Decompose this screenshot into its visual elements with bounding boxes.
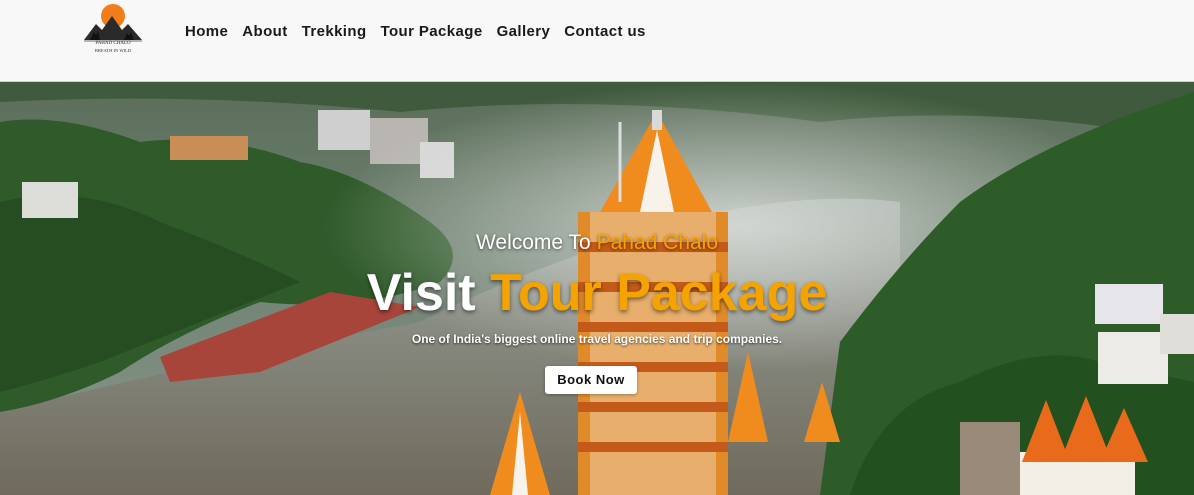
nav-about[interactable]: About bbox=[242, 22, 287, 42]
brand-logo[interactable]: PAHAD CHALO BREATH IN WILD bbox=[80, 2, 146, 60]
book-now-button[interactable]: Book Now bbox=[545, 366, 637, 394]
headline-visit: Visit bbox=[366, 264, 476, 322]
hero-welcome: Welcome To Pahad Chalo bbox=[0, 231, 1194, 255]
nav-contact-us[interactable]: Contact us bbox=[564, 22, 646, 42]
hero-banner: Welcome To Pahad Chalo Visit Tour Packag… bbox=[0, 82, 1194, 495]
nav-home[interactable]: Home bbox=[185, 22, 228, 42]
welcome-brand: Pahad Chalo bbox=[596, 231, 719, 254]
logo-name: PAHAD CHALO bbox=[95, 41, 131, 46]
hero-tagline: One of India's biggest online travel age… bbox=[411, 332, 783, 346]
nav-gallery[interactable]: Gallery bbox=[497, 22, 551, 42]
site-header: PAHAD CHALO BREATH IN WILD Home About Tr… bbox=[0, 0, 1194, 82]
headline-tour-package: Tour Package bbox=[490, 264, 828, 322]
logo-tagline: BREATH IN WILD bbox=[94, 48, 132, 53]
welcome-prefix: Welcome To bbox=[475, 231, 591, 254]
main-nav: Home About Trekking Tour Package Gallery… bbox=[185, 22, 660, 42]
nav-trekking[interactable]: Trekking bbox=[302, 22, 367, 42]
nav-tour-package[interactable]: Tour Package bbox=[381, 22, 483, 42]
hero-headline: Visit Tour Package bbox=[0, 262, 1194, 324]
